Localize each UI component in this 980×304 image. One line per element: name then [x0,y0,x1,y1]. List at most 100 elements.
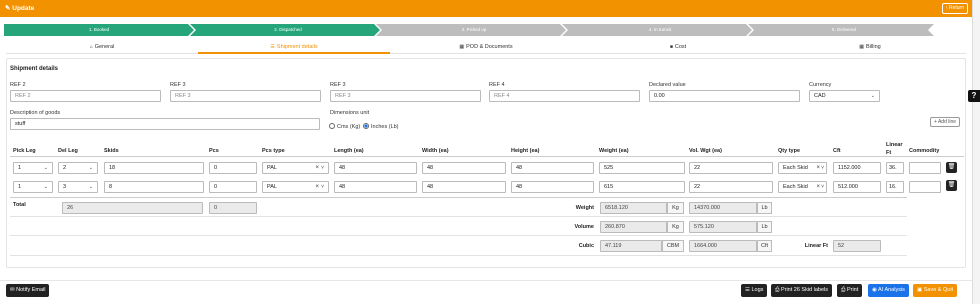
total-label: Total [13,202,26,208]
row1-height-input[interactable]: 48 [511,162,594,174]
row2-pcs-type-select[interactable]: PAL × ˅ [262,181,329,193]
row1-pcs-type-select[interactable]: PAL × ˅ [262,162,329,174]
row1-pcs-input[interactable]: 0 [209,162,257,174]
tab-billing[interactable]: ▦ Billing [774,42,966,54]
row1-delete-button[interactable]: 🗑 [946,162,957,173]
col-skids: Skids [104,148,119,154]
row2-cft-input[interactable]: 512.000 [833,181,881,193]
chevron-down-icon: ⌄ [88,165,93,171]
description-input[interactable]: stuff [10,118,320,130]
linear-ft-label: Linear Ft [804,243,828,249]
grid-icon: ▦ [459,44,465,50]
vertical-scrollbar[interactable] [972,0,980,304]
col-pick-leg: Pick Leg [13,148,36,154]
volume-unit-lb: Lb [757,221,772,233]
ref2-label: REF 2 [10,82,26,88]
col-weight: Weight (ea) [599,148,629,154]
step-picked-up: 3. Picked up [461,27,487,32]
top-bar: ✎ Update ‹ Return [0,0,972,17]
col-pcs-type: Pcs type [262,148,285,154]
col-vol-wgt: Vol. Wgt (ea) [689,148,722,154]
row2-vol-wgt-input[interactable]: 22 [689,181,773,193]
currency-label: Currency [809,82,832,88]
total-weight-kg: 6518.120 [600,202,667,214]
help-button[interactable]: ? [968,90,980,102]
clear-icon[interactable]: × [315,182,319,192]
add-line-button[interactable]: + Add line [930,117,960,127]
row1-cft-input[interactable]: 1152.000 [833,162,881,174]
clear-icon[interactable]: × [816,182,820,192]
row1-skids-input[interactable]: 18 [104,162,204,174]
row2-pick-leg-select[interactable]: 1 ⌄ [13,181,53,193]
row2-pcs-input[interactable]: 0 [209,181,257,193]
return-button[interactable]: ‹ Return [941,3,968,14]
row1-qty-type-select[interactable]: Each Skid × ˅ [778,162,827,174]
dimensions-unit-label: Dimensions unit [330,110,370,116]
row1-vol-wgt-input[interactable]: 22 [689,162,773,174]
ai-analysis-button[interactable]: ◉ AI Analysis [868,284,909,297]
tab-bar: ⌂ General ☰ Shipment details ▦ POD & Docume… [6,42,966,54]
col-pcs: Pcs [209,148,219,154]
cubic-unit-cft: Cft [757,240,772,252]
ref3b-input[interactable]: REF 3 [330,90,481,102]
chevron-down-icon: ˅ [821,184,824,190]
step-delivered: 5. Delivered [831,27,856,32]
row2-del-leg-select[interactable]: 3 ⌄ [58,181,98,193]
currency-select[interactable]: CAD ⌄ [809,90,880,102]
row1-del-leg-select[interactable]: 2 ⌄ [58,162,98,174]
total-volume-kg: 260.870 [600,221,667,233]
tab-shipment-details[interactable]: ☰ Shipment details [198,42,390,54]
row1-width-input[interactable]: 48 [422,162,506,174]
tab-general[interactable]: ⌂ General [6,42,198,54]
ref3-input[interactable]: REF 3 [170,90,321,102]
description-label: Description of goods [10,110,61,116]
save-quit-button[interactable]: ▣ Save & Quit [913,284,958,297]
divider [10,216,907,217]
total-cubic-cbm: 47.119 [600,240,662,252]
ref4-input[interactable]: REF 4 [489,90,640,102]
row2-linear-ft-input[interactable]: 16. [886,181,904,193]
col-length: Length (ea) [334,148,364,154]
section-title: Shipment details [10,66,59,72]
ref2-input[interactable]: REF 2 [10,90,161,102]
tab-pod-documents[interactable]: ▦ POD & Documents [390,42,582,54]
row1-pick-leg-select[interactable]: 1 ⌄ [13,162,53,174]
row2-weight-input[interactable]: 615 [599,181,685,193]
clear-icon[interactable]: × [816,163,820,173]
row2-commodity-input[interactable] [909,181,941,193]
cubic-label: Cubic [578,243,594,249]
print-skid-labels-button[interactable]: ⎙ Print 26 Skid labels [771,284,833,297]
row2-width-input[interactable]: 48 [422,181,506,193]
header-divider [10,156,964,157]
row1-weight-input[interactable]: 525 [599,162,685,174]
row1-linear-ft-input[interactable]: 36. [886,162,904,174]
divider [10,255,907,256]
cubic-unit-cbm: CBM [662,240,684,252]
logs-button[interactable]: ☰ Logs [741,284,768,297]
total-linear-ft: 52 [833,240,881,252]
grid-icon: ▦ [859,44,865,50]
row2-skids-input[interactable]: 8 [104,181,204,193]
clear-icon[interactable]: × [315,163,319,173]
row1-length-input[interactable]: 48 [334,162,417,174]
chevron-down-icon: ⌄ [43,184,48,190]
home-icon: ⌂ [89,44,93,50]
row1-commodity-input[interactable] [909,162,941,174]
step-booked: 1. Booked [88,27,110,32]
row2-length-input[interactable]: 48 [334,181,417,193]
list-icon: ☰ [270,44,275,50]
radio-inches-lb[interactable]: Inches (Lb) [363,123,399,130]
declared-value-input[interactable]: 0.00 [649,90,800,102]
print-button[interactable]: ⎙ Print [837,284,863,297]
trash-icon: 🗑 [947,164,956,170]
ref3b-label: REF 3 [330,82,346,88]
tab-cost[interactable]: ■ Cost [582,42,774,54]
row2-qty-type-select[interactable]: Each Skid × ˅ [778,181,827,193]
weight-unit-lb: Lb [757,202,772,214]
chevron-down-icon: ˅ [321,165,324,171]
chevron-down-icon: ⌄ [43,165,48,171]
row2-delete-button[interactable]: 🗑 [946,180,957,191]
row2-height-input[interactable]: 48 [511,181,594,193]
radio-cms-kg[interactable]: Cms (Kg) [329,123,360,130]
notify-email-button[interactable]: ✉ Notify Email [6,284,50,297]
